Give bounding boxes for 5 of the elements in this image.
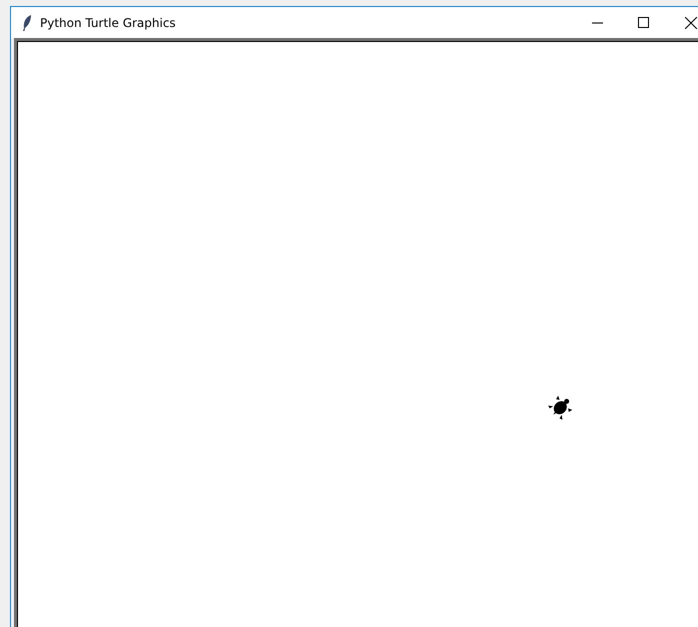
close-icon[interactable]	[685, 16, 698, 28]
turtle-icon	[548, 394, 574, 420]
maximize-icon[interactable]	[638, 17, 648, 28]
feather-icon	[22, 14, 32, 30]
window-title: Python Turtle Graphics	[40, 16, 176, 30]
